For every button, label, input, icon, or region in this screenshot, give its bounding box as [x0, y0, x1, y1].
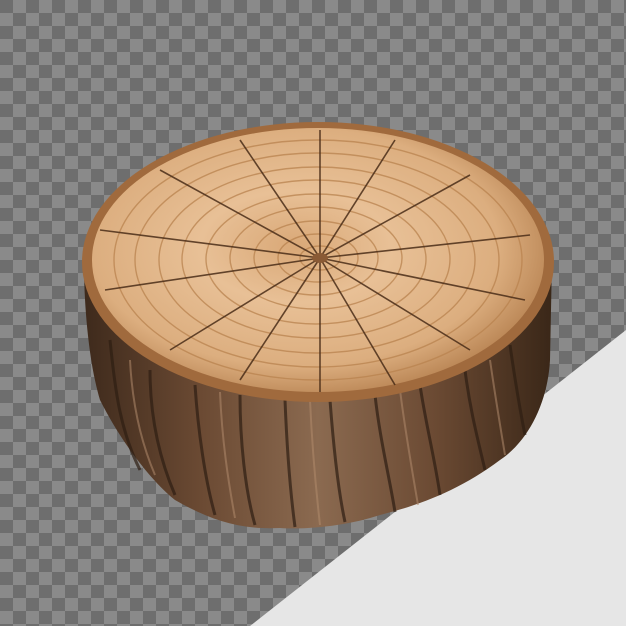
- stump-pith: [312, 253, 328, 263]
- image-canvas: [0, 0, 626, 626]
- tree-stump: [82, 122, 554, 529]
